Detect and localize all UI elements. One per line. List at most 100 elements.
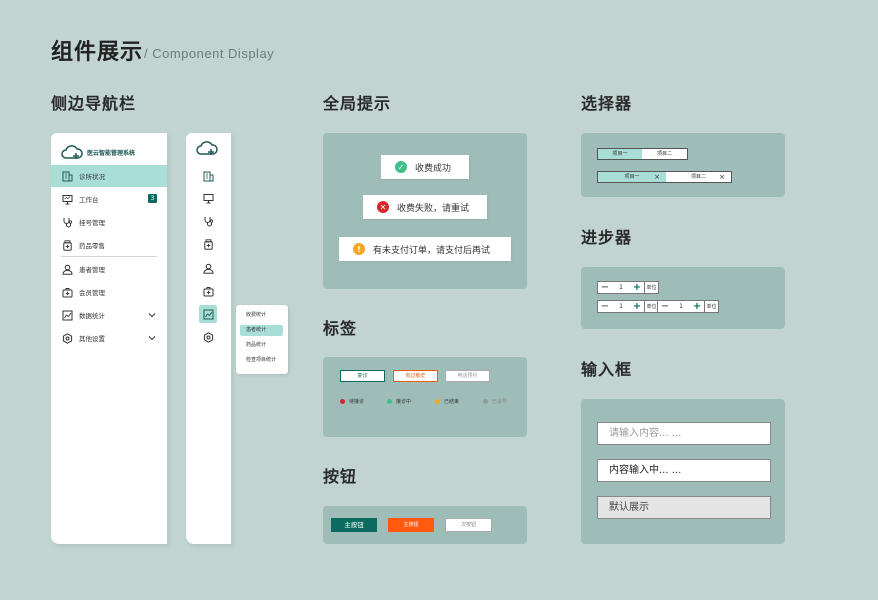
quantity-stepper: − 1 + 单位 (657, 300, 719, 313)
section-title-stepper: 进步器 (581, 228, 633, 247)
chevron-down-icon[interactable] (147, 310, 157, 320)
stethoscope-icon (204, 216, 213, 226)
submenu-item[interactable]: 检查项目统计 (240, 355, 283, 366)
status-label: 已结束 (444, 398, 460, 405)
quantity-stepper: − 1 + 单位 (597, 281, 659, 294)
stepper-value[interactable]: 1 (672, 301, 690, 312)
close-icon[interactable]: × (654, 172, 660, 182)
sidebar-item-other-settings[interactable]: 其他设置 (51, 327, 167, 349)
plus-button[interactable]: + (630, 301, 644, 312)
toast-panel: ✓ 收费成功 ✕ 收费失败，请重试 ! 有未支付订单，请支付后再试 (323, 133, 527, 289)
collapsed-item-statistics[interactable] (199, 305, 217, 323)
sidebar-item-workbench[interactable]: 工作台 3 (51, 188, 167, 210)
check-circle-icon: ✓ (395, 161, 407, 173)
sidebar-item-statistics[interactable]: 数据统计 (51, 304, 167, 326)
stepper-unit: 单位 (704, 301, 718, 312)
section-title-selector: 选择器 (581, 94, 633, 113)
collapsed-item-clinic-status[interactable] (199, 167, 217, 185)
chevron-down-icon[interactable] (147, 333, 157, 343)
user-icon (61, 263, 73, 275)
selector-item-label: 项目一 (624, 174, 640, 180)
medicine-bottle-icon (203, 238, 213, 250)
toast-text: 有未支付订单，请支付后再试 (373, 245, 491, 256)
sidebar-item-label: 挂号管理 (79, 219, 105, 227)
section-title-buttons: 按钮 (323, 467, 358, 486)
sidebar-item-clinic-status[interactable]: 诊所状况 (51, 165, 167, 187)
page-title: 组件展示 (51, 40, 144, 65)
buttons-panel: 主按钮 主按钮 次按钮 (323, 506, 527, 544)
medicine-bottle-icon (61, 239, 73, 251)
tag-phone-appointment: 电话预约 (445, 370, 490, 382)
sidebar-item-patients[interactable]: 患者管理 (51, 258, 167, 280)
secondary-button[interactable]: 次按钮 (445, 518, 492, 532)
section-title-toast: 全局提示 (323, 94, 392, 113)
submenu-item[interactable]: 药品统计 (240, 340, 283, 351)
text-input-filled[interactable]: 内容输入中... ... (597, 459, 771, 482)
toast-warning: ! 有未支付订单，请支付后再试 (339, 237, 511, 261)
collapsed-item-workbench[interactable] (199, 189, 217, 207)
sidebar-expanded: 医云智能管理系统 诊所状况 工作台 3 挂号管理 药品零售 患者管理 会员管理 … (51, 133, 167, 544)
status-cancelled: 已退号 (483, 396, 507, 406)
selector-panel: 项目一 项目二 项目一 × 项目二 × (581, 133, 785, 197)
section-title-tags: 标签 (323, 319, 358, 338)
submenu-item[interactable]: 收费统计 (240, 310, 283, 321)
toast-text: 收费成功 (415, 163, 452, 174)
submenu-item-active[interactable]: 患者统计 (240, 325, 283, 336)
gear-icon (203, 331, 213, 343)
medkit-icon (61, 286, 73, 298)
toast-text: 收费失败，请重试 (397, 203, 470, 214)
sidebar-item-pharmacy-retail[interactable]: 药品零售 (51, 234, 167, 256)
collapsed-item-members[interactable] (199, 282, 217, 300)
tag-revisit: 复诊 (340, 370, 385, 382)
building-icon (61, 170, 73, 182)
collapsed-item-pharmacy-retail[interactable] (199, 235, 217, 253)
sidebar-header[interactable]: 医云智能管理系统 (61, 141, 167, 163)
selector-item-label: 项目二 (690, 174, 706, 180)
text-input-placeholder[interactable]: 请输入内容... ... (597, 422, 771, 445)
chart-icon (61, 309, 73, 321)
section-title-input: 输入框 (581, 360, 633, 379)
sidebar-collapsed (186, 133, 231, 544)
collapsed-item-other-settings[interactable] (199, 328, 217, 346)
status-waiting: 待接诊 (340, 396, 364, 406)
text-input-disabled: 默认展示 (597, 496, 771, 519)
primary-button[interactable]: 主按钮 (331, 518, 377, 532)
sidebar-item-registration[interactable]: 挂号管理 (51, 211, 167, 233)
monitor-icon (203, 193, 213, 203)
status-in-progress: 接诊中 (387, 396, 411, 406)
chart-icon (203, 309, 213, 319)
sidebar-item-members[interactable]: 会员管理 (51, 281, 167, 303)
minus-button[interactable]: − (598, 301, 612, 312)
accent-button[interactable]: 主按钮 (388, 518, 434, 532)
logo-button[interactable] (196, 139, 218, 157)
collapsed-item-patients[interactable] (199, 259, 217, 277)
stepper-value[interactable]: 1 (612, 282, 630, 293)
plus-button[interactable]: + (630, 282, 644, 293)
tag-selector-item-selected[interactable]: 项目一 × (597, 171, 667, 183)
sidebar-item-label: 药品零售 (79, 242, 105, 250)
selector-option[interactable]: 项目二 (642, 148, 688, 160)
stepper-unit: 单位 (644, 282, 658, 293)
plus-button[interactable]: + (690, 301, 704, 312)
minus-button[interactable]: − (598, 282, 612, 293)
sidebar-item-label: 数据统计 (79, 312, 105, 320)
sidebar-item-label: 会员管理 (79, 289, 105, 297)
section-title-sidenav: 侧边导航栏 (51, 94, 137, 113)
collapsed-item-registration[interactable] (199, 212, 217, 230)
tag-selector-item[interactable]: 项目二 × (666, 171, 732, 183)
count-badge: 3 (148, 194, 157, 203)
exclamation-circle-icon: ! (353, 243, 365, 255)
stepper-value[interactable]: 1 (612, 301, 630, 312)
submenu-flyout: 收费统计 患者统计 药品统计 检查项目统计 (236, 305, 288, 374)
sidebar-item-label: 诊所状况 (79, 173, 105, 181)
close-icon[interactable]: × (719, 172, 725, 182)
close-circle-icon: ✕ (377, 201, 389, 213)
minus-button[interactable]: − (658, 301, 672, 312)
sidebar-item-label: 其他设置 (79, 335, 105, 343)
monitor-icon (61, 193, 73, 205)
selector-option-selected[interactable]: 项目一 (597, 148, 643, 160)
status-label: 接诊中 (396, 398, 412, 405)
sidebar-item-label: 工作台 (79, 196, 99, 204)
stepper-panel: − 1 + 单位 − 1 + 单位 − 1 + 单位 (581, 267, 785, 329)
toast-error: ✕ 收费失败，请重试 (363, 195, 487, 219)
